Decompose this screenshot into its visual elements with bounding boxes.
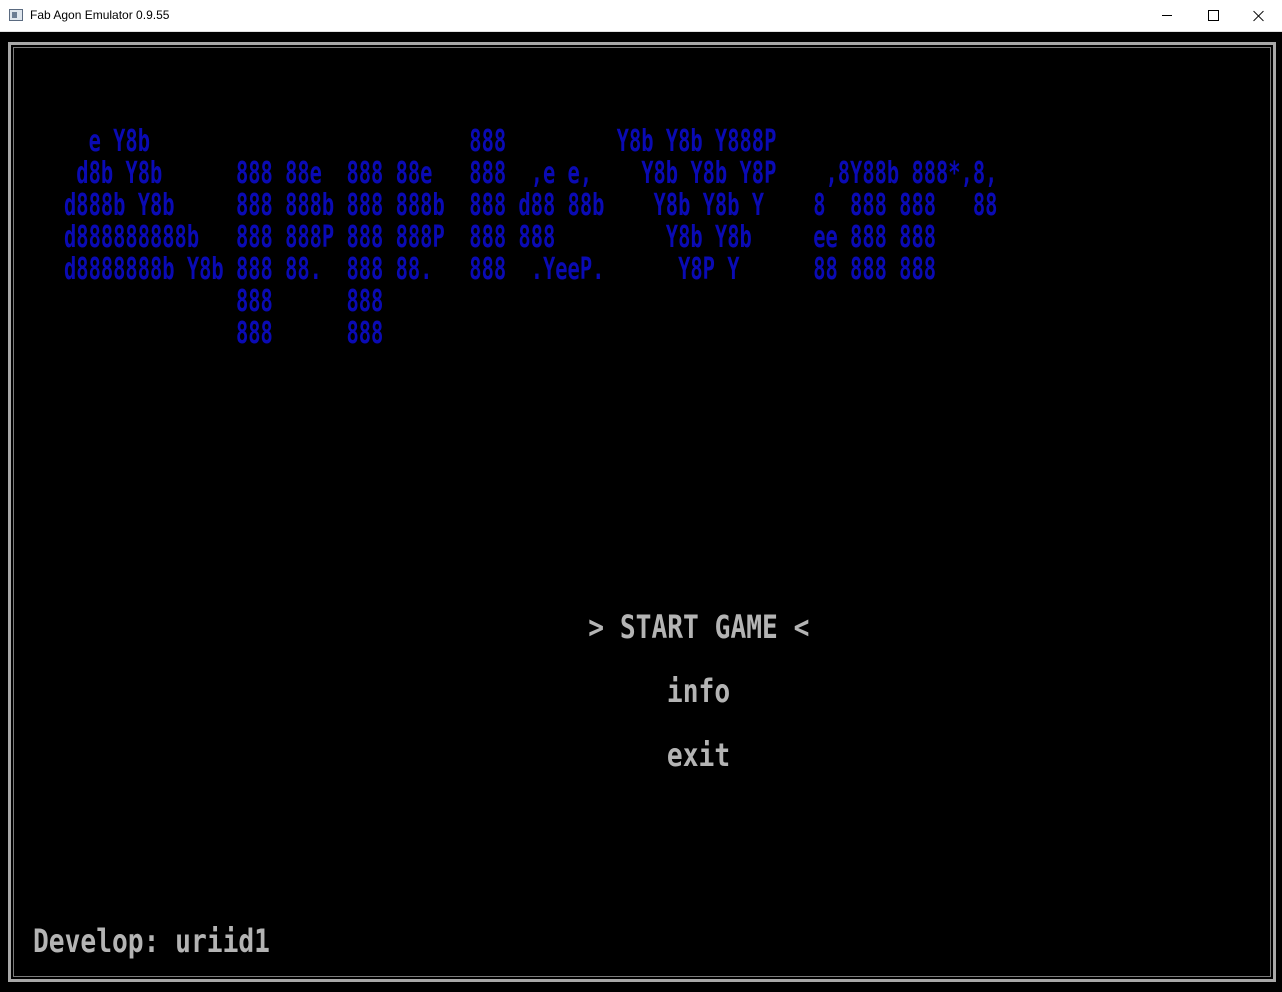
- minimize-button[interactable]: [1144, 0, 1190, 31]
- window-title: Fab Agon Emulator 0.9.55: [30, 8, 170, 22]
- title-bar[interactable]: Fab Agon Emulator 0.9.55: [0, 0, 1282, 32]
- menu-exit[interactable]: exit: [0, 698, 1282, 812]
- game-logo-ascii-art: e Y8b 888 Y8b Y8b Y888P d8b Y8b 888 88e …: [64, 124, 998, 351]
- maximize-button[interactable]: [1190, 0, 1236, 31]
- close-icon: [1253, 10, 1265, 22]
- app-icon: [9, 9, 23, 21]
- maximize-icon: [1207, 10, 1219, 21]
- menu-exit-label: exit: [667, 736, 731, 774]
- developer-credit: Develop: uriid1: [33, 922, 270, 960]
- emulator-window: Fab Agon Emulator 0.9.55 e Y8b 888 Y8b Y…: [0, 0, 1282, 992]
- minimize-icon: [1162, 15, 1172, 16]
- emulator-screen[interactable]: e Y8b 888 Y8b Y8b Y888P d8b Y8b 888 88e …: [0, 32, 1282, 992]
- close-button[interactable]: [1236, 0, 1282, 31]
